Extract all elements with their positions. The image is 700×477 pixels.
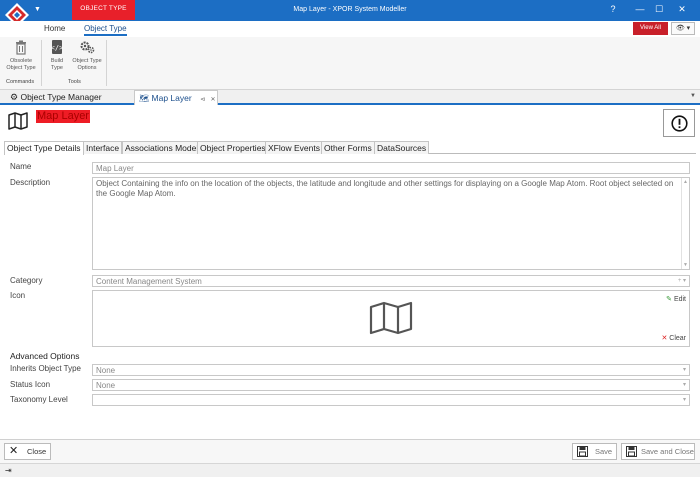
ribbon-tab-bar: Home Object Type View All 👁 ▾ — [0, 21, 700, 37]
help-icon[interactable]: ? — [606, 4, 620, 14]
view-options-eye-button[interactable]: 👁 ▾ — [671, 22, 695, 35]
close-window-icon[interactable]: ✕ — [675, 4, 689, 15]
close-tab-icon[interactable]: ✕ — [210, 97, 215, 103]
description-scrollbar[interactable]: ▲ ▼ — [681, 178, 689, 269]
close-button[interactable]: ✕ Close — [4, 443, 51, 460]
tab-object-type-details[interactable]: Object Type Details — [4, 141, 84, 155]
status-icon-select[interactable]: None ▾ — [92, 379, 690, 391]
description-label: Description — [10, 178, 51, 187]
gears-icon — [80, 41, 95, 54]
ribbon-group-tools-label: Tools — [68, 79, 81, 85]
chevron-down-icon[interactable]: ▾ — [683, 381, 686, 390]
save-and-close-button[interactable]: Save and Close — [621, 443, 695, 460]
status-icon-label: Status Icon — [10, 380, 51, 389]
category-chevron-icon[interactable]: + ▾ — [678, 277, 686, 286]
clear-icon: ✕ — [661, 335, 668, 342]
ribbon-group-separator — [41, 40, 42, 86]
ribbon-tab-object-type[interactable]: Object Type — [84, 24, 127, 36]
tab-interface[interactable]: Interface — [83, 141, 123, 154]
maximize-icon[interactable]: ☐ — [652, 4, 666, 15]
tab-other-forms[interactable]: Other Forms — [321, 141, 375, 154]
ribbon-group-commands-label: Commands — [6, 79, 35, 85]
description-textarea[interactable]: Object Containing the info on the locati… — [92, 177, 690, 270]
advanced-options-title: Advanced Options — [10, 351, 80, 361]
doc-tab-object-type-manager[interactable]: ⚙ Object Type Manager — [10, 90, 130, 105]
tab-datasources[interactable]: DataSources — [374, 141, 430, 154]
icon-picker-area[interactable]: ✎ Edit ✕ Clear — [92, 290, 690, 347]
save-icon — [577, 446, 588, 457]
code-file-icon: </> — [51, 40, 64, 54]
description-text: Object Containing the info on the locati… — [96, 179, 674, 198]
tab-overflow-chevron-icon[interactable]: ▼ — [690, 93, 696, 99]
page-title: Map Layer — [36, 110, 90, 123]
footer-action-bar: ✕ Close Save Save and Close — [0, 439, 700, 463]
status-bar: ⇥ — [0, 463, 700, 477]
icon-label: Icon — [10, 291, 26, 300]
trash-icon — [16, 40, 26, 55]
save-button[interactable]: Save — [572, 443, 617, 460]
view-all-button[interactable]: View All — [633, 22, 668, 35]
edit-icon: ✎ — [666, 296, 672, 303]
object-type-tab-bar: Object Type Details Interface Associatio… — [4, 141, 696, 155]
title-bar: ▼ OBJECT TYPE Map Layer - XPOR System Mo… — [0, 0, 700, 27]
chevron-down-icon[interactable]: ▾ — [683, 396, 686, 405]
ribbon-group-separator — [106, 40, 107, 86]
doc-tab-map-layer[interactable]: 🗺 Map Layer ⊲ ✕ — [134, 90, 218, 105]
validation-alert-button[interactable] — [663, 109, 695, 137]
category-select[interactable]: Content Management System + ▾ — [92, 275, 690, 287]
chevron-down-icon[interactable]: ▾ — [683, 366, 686, 375]
name-input[interactable]: Map Layer — [92, 162, 690, 174]
build-type-button[interactable]: </> Build Type — [46, 39, 68, 71]
ribbon-panel: Obsolete Object Type Commands </> Build … — [0, 37, 700, 90]
document-tab-bar: ⚙ Object Type Manager 🗺 Map Layer ⊲ ✕ ▼ — [0, 90, 700, 105]
category-label: Category — [10, 276, 43, 285]
map-icon: 🗺 — [139, 94, 150, 103]
logout-icon[interactable]: ⇥ — [5, 466, 12, 475]
icon-clear-button[interactable]: ✕ Clear — [661, 334, 686, 342]
object-type-options-button[interactable]: Object Type Options — [70, 39, 104, 71]
obsolete-object-type-button[interactable]: Obsolete Object Type — [2, 39, 40, 71]
tab-xflow-events[interactable]: XFlow Events — [265, 141, 323, 154]
taxonomy-level-select[interactable]: ▾ — [92, 394, 690, 406]
pin-icon[interactable]: ⊲ — [200, 97, 205, 103]
map-icon — [8, 112, 28, 130]
inherits-object-type-select[interactable]: None ▾ — [92, 364, 690, 376]
minimize-icon[interactable]: — — [633, 4, 647, 14]
inherits-object-type-label: Inherits Object Type — [10, 364, 81, 373]
gears-icon: ⚙ — [10, 92, 19, 102]
taxonomy-level-label: Taxonomy Level — [10, 395, 68, 404]
window-title: Map Layer - XPOR System Modeller — [293, 6, 407, 13]
alert-icon — [671, 115, 688, 132]
save-close-icon — [626, 446, 637, 457]
tab-associations-model[interactable]: Associations Model — [122, 141, 202, 154]
close-icon: ✕ — [9, 445, 19, 457]
tab-object-properties[interactable]: Object Properties — [197, 141, 269, 154]
svg-text:</>: </> — [51, 44, 64, 52]
map-icon-preview — [369, 301, 413, 335]
name-label: Name — [10, 162, 32, 171]
ribbon-tab-home[interactable]: Home — [44, 24, 65, 33]
icon-edit-button[interactable]: ✎ Edit — [666, 295, 686, 303]
